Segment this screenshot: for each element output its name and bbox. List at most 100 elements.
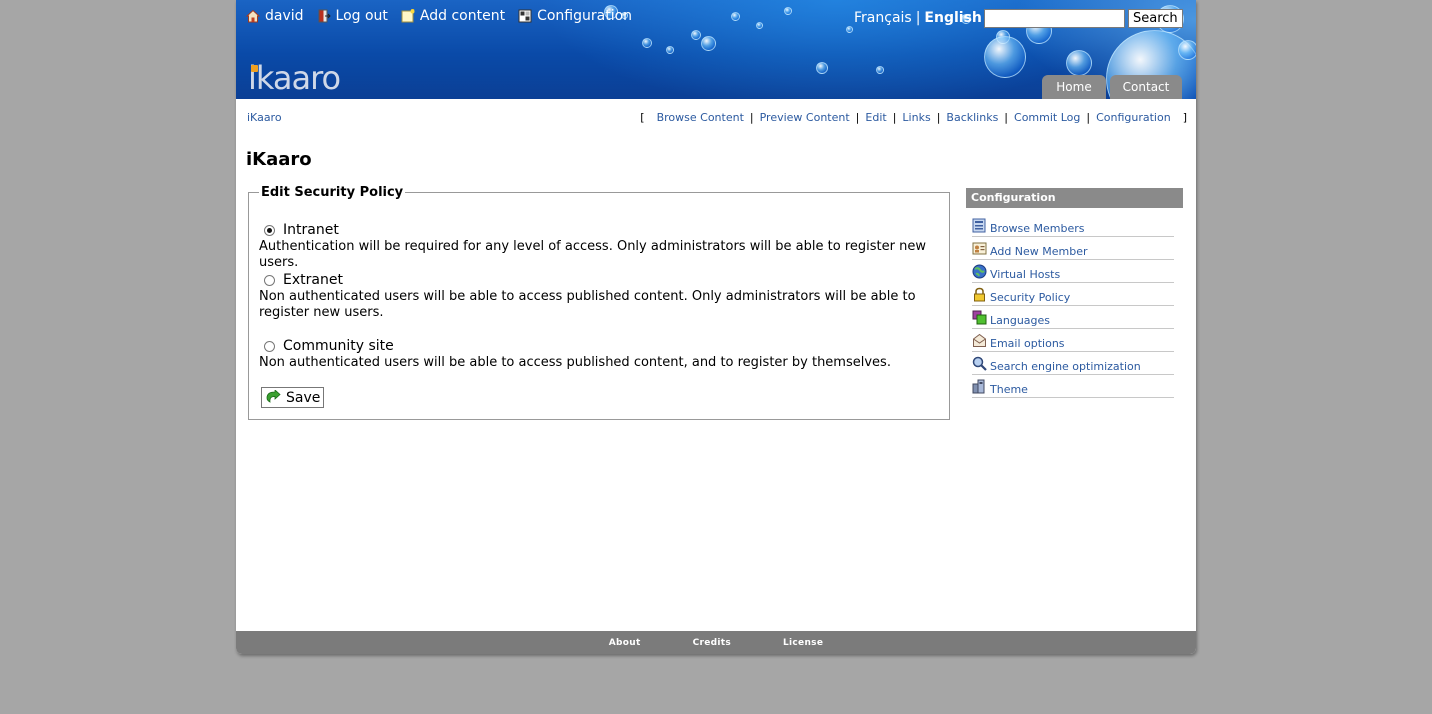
add-content-label: Add content [419,8,506,24]
bubble-decoration [984,36,1026,78]
add-content-icon [401,9,415,23]
action-browse-content[interactable]: Browse Content [657,111,744,124]
form-legend: Edit Security Policy [259,185,406,200]
config-item-label: Add New Member [990,245,1088,258]
action-preview-content[interactable]: Preview Content [760,111,850,124]
search-input[interactable] [984,9,1125,28]
magnifier-icon [972,356,987,371]
action-edit[interactable]: Edit [865,111,886,124]
user-bar: david Log out Add content Configuration [246,6,645,26]
config-item-label: Theme [990,383,1028,396]
add-member-icon [972,242,987,255]
footer-license-link[interactable]: License [783,638,823,648]
lock-icon [974,287,985,302]
languages-icon [972,310,987,325]
config-item-languages[interactable]: Languages [972,306,1174,329]
bubble-decoration [1178,40,1196,60]
config-item-seo[interactable]: Search engine optimization [972,352,1174,375]
policy-option-intranet: Intranet Authentication will be required… [259,222,944,271]
configuration-link[interactable]: Configuration [518,8,632,24]
action-backlinks[interactable]: Backlinks [946,111,998,124]
config-item-label: Security Policy [990,291,1071,304]
intranet-description: Authentication will be required for any … [259,239,926,270]
page-title: iKaaro [246,149,312,170]
bubble-decoration [691,30,701,40]
configuration-icon [518,9,532,23]
members-icon [972,218,986,233]
config-item-add-new-member[interactable]: Add New Member [972,237,1174,260]
configuration-panel-title: Configuration [966,188,1183,208]
extranet-description: Non authenticated users will be able to … [259,289,916,320]
action-links[interactable]: Links [902,111,930,124]
user-name: david [265,8,304,24]
security-policy-form: Edit Security Policy Intranet Authentica… [248,185,950,420]
config-item-theme[interactable]: Theme [972,375,1174,398]
separator: | [749,111,754,124]
config-item-browse-members[interactable]: Browse Members [972,214,1174,237]
config-item-label: Email options [990,337,1065,350]
config-item-label: Virtual Hosts [990,268,1061,281]
action-commit-log[interactable]: Commit Log [1014,111,1080,124]
separator: | [1004,111,1009,124]
policy-option-community: Community site Non authenticated users w… [259,338,944,371]
language-english[interactable]: English [924,10,981,26]
bubble-decoration [846,26,853,33]
site-logo[interactable]: ikaaro [248,58,341,98]
logout-link[interactable]: Log out [317,8,388,24]
save-button[interactable]: Save [261,387,324,408]
config-item-virtual-hosts[interactable]: Virtual Hosts [972,260,1174,283]
config-item-security-policy[interactable]: Security Policy [972,283,1174,306]
logout-label: Log out [335,8,388,24]
envelope-icon [973,333,986,347]
language-french[interactable]: Français [854,10,912,26]
save-arrow-icon [266,390,281,403]
tab-contact[interactable]: Contact [1110,75,1182,99]
configuration-panel: Configuration Browse Members Add New Mem… [966,188,1183,398]
bubble-decoration [666,46,674,54]
site-header: david Log out Add content Configuration … [236,0,1196,99]
bubble-decoration [756,22,763,29]
logo-text: ikaaro [248,59,341,97]
action-configuration[interactable]: Configuration [1096,111,1171,124]
footer-about-link[interactable]: About [609,638,641,648]
save-label: Save [286,389,321,406]
bubble-decoration [876,66,884,74]
breadcrumb[interactable]: iKaaro [247,111,282,124]
intranet-label[interactable]: Intranet [283,222,339,238]
intranet-radio[interactable] [264,224,275,236]
home-icon [246,9,260,23]
extranet-radio[interactable] [264,274,275,286]
configuration-list: Browse Members Add New Member Virtual Ho… [972,214,1174,398]
bubble-decoration [1066,50,1092,76]
tab-home[interactable]: Home [1042,75,1106,99]
bubble-decoration [784,7,792,15]
config-item-label: Languages [990,314,1051,327]
bubble-decoration [701,36,716,51]
search-button[interactable]: Search [1128,9,1183,28]
config-item-label: Search engine optimization [990,360,1141,373]
separator: | [855,111,860,124]
community-label[interactable]: Community site [283,338,394,354]
logo-accent-dot [251,65,258,72]
bubble-decoration [642,38,652,48]
separator: | [892,111,897,124]
separator: | [1086,111,1091,124]
config-item-email-options[interactable]: Email options [972,329,1174,352]
theme-icon [972,379,985,394]
language-switcher: Français | English [854,10,982,26]
community-radio[interactable] [264,340,275,352]
user-link[interactable]: david [246,8,304,24]
add-content-link[interactable]: Add content [401,8,505,24]
bubble-decoration [731,12,740,21]
extranet-label[interactable]: Extranet [283,272,343,288]
logout-icon [318,9,331,23]
config-item-label: Browse Members [990,222,1085,235]
policy-option-extranet: Extranet Non authenticated users will be… [259,272,944,321]
footer-credits-link[interactable]: Credits [693,638,731,648]
separator: | [936,111,941,124]
content-actions-bar: [ Browse Content | Preview Content | Edi… [640,111,1187,124]
site-footer: About Credits License [236,631,1196,654]
page-container: david Log out Add content Configuration … [236,0,1196,654]
bracket-open: [ [640,111,645,124]
bracket-close: ] [1182,111,1187,124]
